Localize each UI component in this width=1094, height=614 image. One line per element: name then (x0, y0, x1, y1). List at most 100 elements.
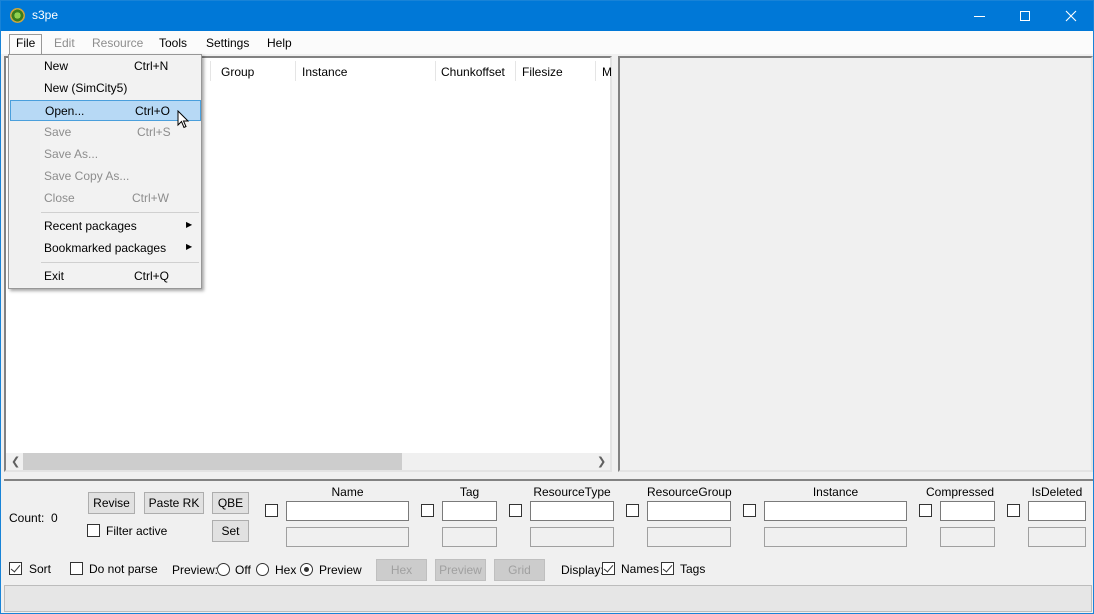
column-header-instance[interactable]: Instance (302, 65, 347, 79)
column-separator (210, 61, 211, 81)
maximize-icon (1020, 11, 1030, 21)
column-separator (295, 61, 296, 81)
do-not-parse-label: Do not parse (89, 562, 158, 576)
resource-type-filter-checkbox[interactable] (509, 504, 522, 517)
menu-help[interactable]: Help (261, 34, 298, 54)
file-menu-new-simcity5[interactable]: New (SimCity5) (11, 78, 199, 98)
menu-tools[interactable]: Tools (153, 34, 193, 54)
preview-off-label: Off (235, 563, 251, 577)
close-icon (1065, 10, 1077, 22)
menu-settings[interactable]: Settings (200, 34, 255, 54)
tag-filter-input[interactable] (442, 501, 497, 521)
paste-rk-button[interactable]: Paste RK (144, 492, 204, 514)
sort-checkbox[interactable] (9, 562, 22, 575)
minimize-icon (973, 15, 985, 17)
is-deleted-value-field (1028, 527, 1086, 547)
display-names-checkbox[interactable] (602, 562, 615, 575)
file-menu-bookmarked-packages[interactable]: Bookmarked packages ▶ (11, 238, 199, 258)
title-bar: s3pe (1, 1, 1093, 31)
submenu-arrow-icon: ▶ (186, 242, 193, 251)
name-filter-checkbox[interactable] (265, 504, 278, 517)
is-deleted-field-label: IsDeleted (1031, 485, 1083, 499)
compressed-filter-checkbox[interactable] (919, 504, 932, 517)
preview-panel (618, 56, 1093, 472)
tag-field-label: Tag (459, 485, 480, 499)
instance-filter-input[interactable] (764, 501, 907, 521)
status-bar (4, 585, 1092, 612)
file-menu-save-copy-as[interactable]: Save Copy As... (11, 166, 199, 186)
compressed-field-label: Compressed (926, 485, 995, 499)
column-header-filesize[interactable]: Filesize (522, 65, 563, 79)
file-menu-save[interactable]: Save Ctrl+S (11, 122, 199, 142)
file-menu-save-as[interactable]: Save As... (11, 144, 199, 164)
preview-off-radio[interactable] (217, 563, 230, 576)
display-tags-label: Tags (680, 562, 706, 576)
instance-filter-checkbox[interactable] (743, 504, 756, 517)
scroll-right-icon[interactable]: ❯ (597, 455, 606, 468)
resource-group-filter-input[interactable] (647, 501, 731, 521)
app-window: s3pe File Edit Resource Tools Settings H… (0, 0, 1094, 614)
column-header-chunkoffset[interactable]: Chunkoffset (441, 65, 505, 79)
display-names-label: Names (621, 562, 660, 576)
column-separator (515, 61, 516, 81)
preview-view-button[interactable]: Preview (435, 559, 486, 581)
scroll-thumb[interactable] (23, 453, 402, 470)
count-value: 0 (51, 511, 58, 525)
tag-value-field (442, 527, 497, 547)
column-separator (435, 61, 436, 81)
maximize-button[interactable] (1002, 1, 1048, 31)
preview-hex-label: Hex (275, 563, 297, 577)
close-button[interactable] (1048, 1, 1094, 31)
preview-preview-radio[interactable] (300, 563, 313, 576)
file-menu-open[interactable]: Open... Ctrl+O (10, 100, 201, 121)
preview-hex-radio[interactable] (256, 563, 269, 576)
revise-button[interactable]: Revise (88, 492, 135, 514)
resource-group-value-field (647, 527, 731, 547)
filter-active-label: Filter active (106, 524, 168, 538)
name-value-field (286, 527, 409, 547)
resource-type-value-field (530, 527, 614, 547)
file-menu-close[interactable]: Close Ctrl+W (11, 188, 199, 208)
file-menu-exit[interactable]: Exit Ctrl+Q (11, 266, 199, 286)
menu-edit[interactable]: Edit (48, 34, 81, 54)
file-menu-dropdown: New Ctrl+N New (SimCity5) Open... Ctrl+O… (8, 54, 202, 289)
window-title: s3pe (32, 8, 59, 22)
menu-separator (41, 212, 199, 213)
menu-separator (41, 262, 199, 263)
instance-value-field (764, 527, 907, 547)
grid-view-button[interactable]: Grid (494, 559, 545, 581)
name-field-label: Name (331, 485, 364, 499)
count-label: Count: (9, 511, 45, 525)
qbe-button[interactable]: QBE (212, 492, 249, 514)
menu-resource[interactable]: Resource (86, 34, 149, 54)
preview-preview-label: Preview (319, 563, 362, 577)
resource-type-filter-input[interactable] (530, 501, 614, 521)
hex-view-button[interactable]: Hex (376, 559, 427, 581)
compressed-value-field (940, 527, 995, 547)
set-button[interactable]: Set (212, 520, 249, 542)
name-filter-input[interactable] (286, 501, 409, 521)
horizontal-scrollbar[interactable]: ❮ ❯ (6, 453, 610, 470)
filter-active-checkbox[interactable] (87, 524, 100, 537)
minimize-button[interactable] (956, 1, 1002, 31)
mouse-pointer-icon (177, 110, 190, 129)
is-deleted-filter-input[interactable] (1028, 501, 1086, 521)
file-menu-new[interactable]: New Ctrl+N (11, 56, 199, 76)
column-header-group[interactable]: Group (221, 65, 254, 79)
s3pe-app-icon (10, 8, 25, 23)
column-header-m[interactable]: M (602, 65, 612, 79)
menu-file[interactable]: File (9, 34, 43, 54)
display-tags-checkbox[interactable] (661, 562, 674, 575)
compressed-filter-input[interactable] (940, 501, 995, 521)
resource-group-filter-checkbox[interactable] (626, 504, 639, 517)
scroll-left-icon[interactable]: ❮ (11, 455, 20, 468)
instance-field-label: Instance (812, 485, 859, 499)
sort-label: Sort (29, 562, 52, 576)
do-not-parse-checkbox[interactable] (70, 562, 83, 575)
display-label: Display: (561, 563, 604, 577)
is-deleted-filter-checkbox[interactable] (1007, 504, 1020, 517)
resource-type-field-label: ResourceType (533, 485, 611, 499)
preview-mode-label: Preview: (172, 563, 219, 577)
tag-filter-checkbox[interactable] (421, 504, 434, 517)
file-menu-recent-packages[interactable]: Recent packages ▶ (11, 216, 199, 236)
